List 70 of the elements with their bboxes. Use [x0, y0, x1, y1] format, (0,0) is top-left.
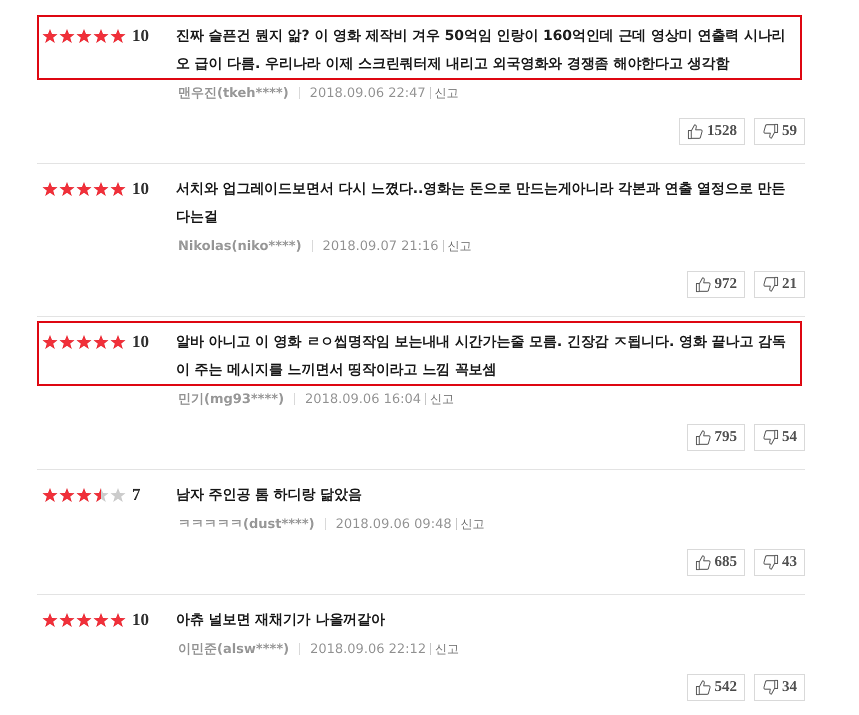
- thumbs-down-icon: [762, 276, 779, 293]
- star-icon: [76, 487, 92, 503]
- star-icon: [93, 487, 109, 503]
- post-date: 2018.09.07 21:16: [322, 238, 439, 254]
- review-text: 진짜 슬픈건 뭔지 앎? 이 영화 제작비 겨우 50억임 인랑이 160억인데 근데 영상미 연출력 시나리오 급이 다름. 우리나라 이제 스크린쿼터제 내리고 외국영화와 경쟁좀 해야한다고 생각함: [176, 27, 787, 74]
- review-text: 아츄 널보면 재채기가 나올꺼같아: [176, 611, 385, 630]
- rating-score: 7: [132, 484, 142, 506]
- star-icon: [42, 487, 58, 503]
- thumbs-down-icon: [762, 123, 779, 140]
- star-icon: [59, 28, 75, 44]
- thumbs-down-icon: [762, 429, 779, 446]
- dislike-button[interactable]: 34: [754, 674, 805, 701]
- author-name: Nikolas(niko****): [178, 238, 302, 254]
- star-icon: [42, 28, 58, 44]
- author-name: 이민준(alsw****): [178, 641, 290, 658]
- star-icon: [59, 334, 75, 350]
- like-button[interactable]: 542: [686, 674, 745, 701]
- thumbs-up-icon: [694, 276, 712, 293]
- star-icon: [76, 334, 92, 350]
- report-link[interactable]: 신고: [435, 640, 460, 658]
- dislike-button[interactable]: 54: [754, 424, 805, 451]
- star-icon: [76, 28, 92, 44]
- post-date: 2018.09.06 09:48: [336, 516, 452, 532]
- star-icon: [76, 612, 92, 628]
- star-icon: [59, 487, 75, 503]
- dislike-button[interactable]: 59: [754, 118, 805, 145]
- post-date: 2018.09.06 22:12: [310, 642, 426, 656]
- post-date: 2018.09.06 22:47: [310, 86, 426, 100]
- like-button[interactable]: 972: [686, 271, 745, 298]
- like-button[interactable]: 795: [686, 424, 745, 451]
- star-icon: [76, 181, 92, 197]
- author-name: 민기(mg93****): [178, 391, 284, 408]
- like-button[interactable]: 1528: [679, 118, 745, 145]
- star-icon: [110, 487, 126, 503]
- star-icon: [110, 612, 126, 628]
- star-icon: [42, 612, 58, 628]
- report-link[interactable]: 신고: [448, 238, 472, 254]
- rating-score: 10: [132, 331, 150, 353]
- star-icon: [110, 334, 126, 350]
- star-icon: [59, 612, 75, 628]
- star-icon: [59, 181, 75, 197]
- author-name: 맨우진(tkeh****): [178, 85, 289, 102]
- star-icon: [110, 181, 126, 197]
- thumbs-down-icon: [762, 679, 779, 696]
- star-icon: [42, 181, 58, 197]
- author-name: ㅋㅋㅋㅋㅋ(dust****): [178, 516, 315, 533]
- star-icon: [93, 612, 109, 628]
- report-link[interactable]: 신고: [430, 390, 454, 408]
- star-icon: [93, 28, 109, 44]
- post-date: 2018.09.06 16:04: [305, 392, 422, 406]
- star-icon: [110, 28, 126, 44]
- report-link[interactable]: 신고: [460, 516, 485, 532]
- review-text: 남자 주인공 톰 하디랑 닮았음: [176, 486, 362, 505]
- thumbs-up-icon: [694, 429, 712, 446]
- rating-score: 10: [132, 609, 150, 631]
- review-text: 서치와 업그레이드보면서 다시 느꼈다..영화는 돈으로 만드는게아니라 각본과 연출 열정으로 만든다는걸: [176, 180, 786, 227]
- like-button[interactable]: 685: [686, 549, 745, 576]
- dislike-button[interactable]: 43: [754, 549, 805, 576]
- rating-score: 10: [132, 25, 150, 47]
- dislike-button[interactable]: 21: [754, 271, 805, 298]
- star-icon: [93, 181, 109, 197]
- thumbs-up-icon: [694, 679, 712, 696]
- thumbs-down-icon: [762, 554, 779, 571]
- star-icon: [42, 334, 58, 350]
- review-text: 알바 아니고 이 영화 ㄹㅇ씹명작임 보는내내 시간가는줄 모름. 긴장감 ㅈ됩니다. 영화 끝나고 감독이 주는 메시지를 느끼면서 띵작이라고 느낌 꼭보셈: [176, 333, 787, 380]
- rating-score: 10: [132, 178, 150, 200]
- thumbs-up-icon: [694, 554, 712, 571]
- star-icon: [93, 334, 109, 350]
- thumbs-up-icon: [687, 123, 704, 140]
- report-link[interactable]: 신고: [434, 84, 459, 102]
